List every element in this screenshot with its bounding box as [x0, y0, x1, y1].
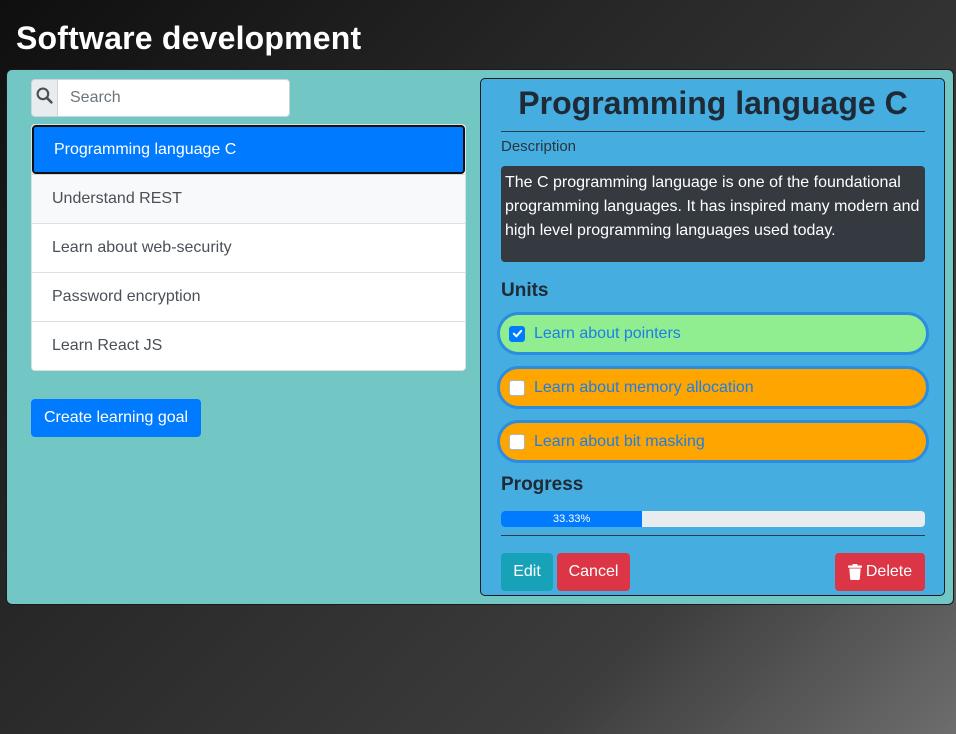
- unit-checkbox[interactable]: [509, 379, 525, 396]
- goal-item-label: Programming language C: [54, 140, 237, 158]
- delete-button-label: Delete: [865, 563, 913, 580]
- page-title: Software development: [16, 20, 362, 56]
- search-icon: [36, 87, 53, 109]
- progress-heading: Progress: [501, 474, 584, 495]
- progress-text: 33.33%: [553, 513, 591, 525]
- goal-item-label: Understand REST: [52, 190, 182, 207]
- goal-item-label: Learn React JS: [52, 337, 163, 354]
- delete-button[interactable]: Delete: [835, 553, 925, 591]
- cancel-button[interactable]: Cancel: [557, 553, 630, 591]
- main-panel: Programming language C Understand REST L…: [6, 69, 954, 605]
- detail-panel: Programming language C Description The C…: [480, 78, 945, 596]
- unit-item-learn-about-pointers[interactable]: Learn about pointers: [497, 312, 929, 355]
- cancel-button-label: Cancel: [568, 563, 619, 580]
- create-learning-goal-button[interactable]: Create learning goal: [31, 399, 202, 437]
- progress-bar: 33.33%: [501, 511, 925, 527]
- description-label: Description: [501, 138, 577, 155]
- search-addon[interactable]: [31, 79, 57, 117]
- unit-item-learn-about-memory-allocation[interactable]: Learn about memory allocation: [497, 366, 929, 409]
- search-group: [31, 79, 290, 117]
- goal-item-learn-about-web-security[interactable]: Learn about web-security: [32, 223, 465, 272]
- check-icon: [512, 329, 522, 338]
- trash-icon: [847, 564, 862, 580]
- goal-list: Programming language C Understand REST L…: [31, 124, 466, 371]
- goal-item-programming-language-c[interactable]: Programming language C: [32, 125, 465, 174]
- unit-checkbox[interactable]: [509, 433, 525, 450]
- description-text: The C programming language is one of the…: [501, 166, 925, 262]
- search-input[interactable]: [57, 79, 290, 117]
- goal-item-understand-rest[interactable]: Understand REST: [32, 174, 465, 223]
- detail-title: Programming language C: [501, 85, 925, 132]
- edit-button[interactable]: Edit: [501, 553, 553, 591]
- goal-item-password-encryption[interactable]: Password encryption: [32, 272, 465, 321]
- goal-item-label: Learn about web-security: [52, 239, 232, 256]
- units-heading: Units: [501, 280, 549, 301]
- unit-label: Learn about bit masking: [534, 432, 705, 450]
- goal-item-label: Password encryption: [52, 288, 201, 305]
- goal-item-learn-react-js[interactable]: Learn React JS: [32, 321, 465, 370]
- unit-item-learn-about-bit-masking[interactable]: Learn about bit masking: [497, 420, 929, 463]
- unit-label: Learn about memory allocation: [534, 378, 754, 396]
- unit-checkbox[interactable]: [509, 325, 525, 342]
- unit-label: Learn about pointers: [534, 324, 681, 342]
- progress-bar-fill: 33.33%: [501, 511, 643, 527]
- divider: [501, 535, 925, 536]
- edit-button-label: Edit: [513, 563, 541, 580]
